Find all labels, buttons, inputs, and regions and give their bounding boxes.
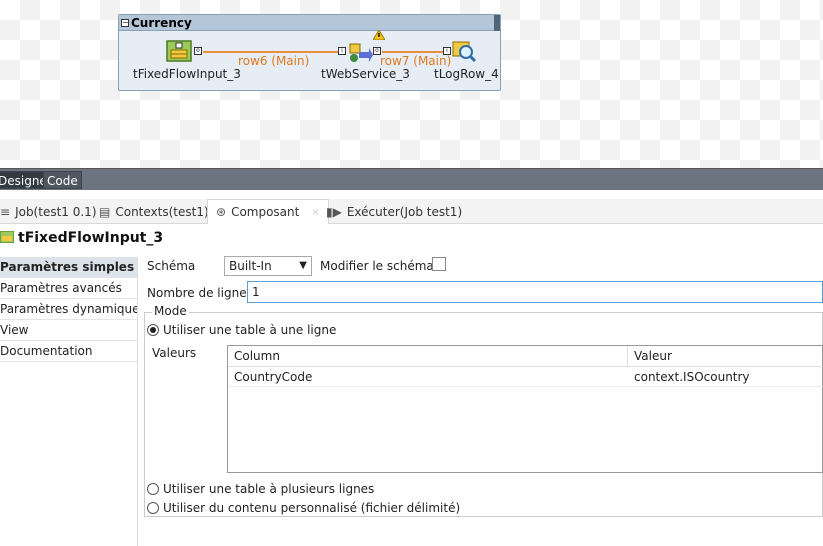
component-icon: ⊛ — [216, 205, 227, 219]
fixed-flow-input-icon — [0, 230, 15, 246]
radio-single-label: Utiliser une table à une ligne — [163, 323, 337, 337]
component-title-row: tFixedFlowInput_3 — [0, 227, 163, 249]
run-icon: ▮▶ — [326, 204, 342, 219]
schema-label: Schéma — [147, 259, 196, 273]
radio-single-row-table[interactable]: Utiliser une table à une ligne — [147, 323, 336, 337]
modify-schema-label: Modifier le schéma — [320, 259, 434, 273]
settings-nav: Paramètres simples Paramètres avancés Pa… — [0, 257, 138, 546]
log-row-icon[interactable] — [451, 40, 477, 63]
view-tabs: ≡ Job(test1 0.1) ▤ Contexts(test1) ⊛ Com… — [0, 199, 823, 224]
connection-row6[interactable] — [203, 51, 338, 53]
subjob-scrollbar — [494, 15, 500, 31]
component-title: tFixedFlowInput_3 — [18, 230, 164, 246]
component-label-twebservice[interactable]: tWebService_3 — [321, 67, 410, 81]
radio-selected-icon — [147, 324, 159, 336]
collapse-icon[interactable]: − — [121, 18, 129, 27]
radio-unselected-icon — [147, 483, 159, 495]
mode-legend: Mode — [152, 304, 189, 318]
warning-icon[interactable] — [372, 29, 386, 41]
fixed-flow-input-icon[interactable] — [166, 40, 192, 62]
connection-row7[interactable] — [382, 51, 444, 53]
tab-executer[interactable]: ▮▶ Exécuter(Job test1) — [326, 199, 462, 224]
tab-composant-label: Composant — [231, 205, 300, 219]
connection-label-row6[interactable]: row6 (Main) — [238, 54, 309, 68]
chevron-down-icon: ▼ — [299, 260, 307, 271]
subjob-header[interactable]: − Currency — [119, 15, 500, 31]
rows-count-input[interactable]: 1 — [247, 281, 823, 303]
values-table[interactable]: Column Valeur CountryCode context.ISOcou… — [227, 345, 823, 473]
radio-multi-label: Utiliser une table à plusieurs lignes — [163, 482, 375, 496]
table-cell-column[interactable]: CountryCode — [228, 367, 628, 387]
table-cell-valeur[interactable]: context.ISOcountry — [628, 367, 823, 387]
input-port-icon[interactable]: i — [338, 47, 346, 55]
output-port-icon[interactable]: o — [194, 47, 202, 55]
basic-settings-panel: Schéma Built-In ▼ Modifier le schéma Nom… — [138, 249, 823, 546]
nav-item-parametres-simples[interactable]: Paramètres simples — [0, 257, 137, 278]
editor-mode-bar: Designer Code — [0, 168, 823, 190]
component-label-tlogrow[interactable]: tLogRow_4 — [434, 67, 499, 81]
table-header-valeur[interactable]: Valeur — [628, 346, 823, 367]
table-header-column[interactable]: Column — [228, 346, 628, 367]
job-icon: ≡ — [0, 204, 11, 219]
values-label: Valeurs — [152, 346, 197, 360]
tab-job[interactable]: ≡ Job(test1 0.1) — [0, 199, 97, 224]
tab-contexts-label: Contexts(test1) — [115, 204, 209, 219]
subjob-title: Currency — [131, 15, 192, 30]
contexts-icon: ▤ — [99, 204, 111, 219]
radio-multi-row-table[interactable]: Utiliser une table à plusieurs lignes — [147, 482, 374, 496]
web-service-icon[interactable] — [347, 42, 373, 64]
tab-composant[interactable]: ⊛ Composant × — [207, 199, 329, 224]
schema-select[interactable]: Built-In ▼ — [224, 256, 312, 276]
radio-custom-content[interactable]: Utiliser du contenu personnalisé (fichie… — [147, 501, 460, 515]
tab-contexts[interactable]: ▤ Contexts(test1) — [99, 199, 209, 224]
close-icon[interactable]: × — [311, 207, 319, 218]
nav-item-parametres-dynamiques[interactable]: Paramètres dynamiques — [0, 299, 137, 320]
radio-custom-label: Utiliser du contenu personnalisé (fichie… — [163, 501, 461, 515]
nav-item-documentation[interactable]: Documentation — [0, 341, 137, 362]
edit-schema-button[interactable] — [432, 257, 446, 271]
nav-item-parametres-avances[interactable]: Paramètres avancés — [0, 278, 137, 299]
component-label-tfixedflowinput[interactable]: tFixedFlowInput_3 — [133, 67, 241, 81]
nav-item-view[interactable]: View — [0, 320, 137, 341]
job-canvas[interactable]: − Currency o tFixedFlowInput_3 row6 (Mai… — [0, 0, 823, 168]
tab-job-label: Job(test1 0.1) — [15, 204, 97, 219]
schema-select-value: Built-In — [229, 259, 272, 273]
tab-code[interactable]: Code — [43, 171, 82, 189]
connection-label-row7[interactable]: row7 (Main) — [380, 54, 451, 68]
input-port-icon[interactable]: i — [443, 47, 451, 55]
rows-label: Nombre de lignes — [147, 286, 253, 300]
tab-executer-label: Exécuter(Job test1) — [346, 204, 463, 219]
radio-unselected-icon — [147, 502, 159, 514]
